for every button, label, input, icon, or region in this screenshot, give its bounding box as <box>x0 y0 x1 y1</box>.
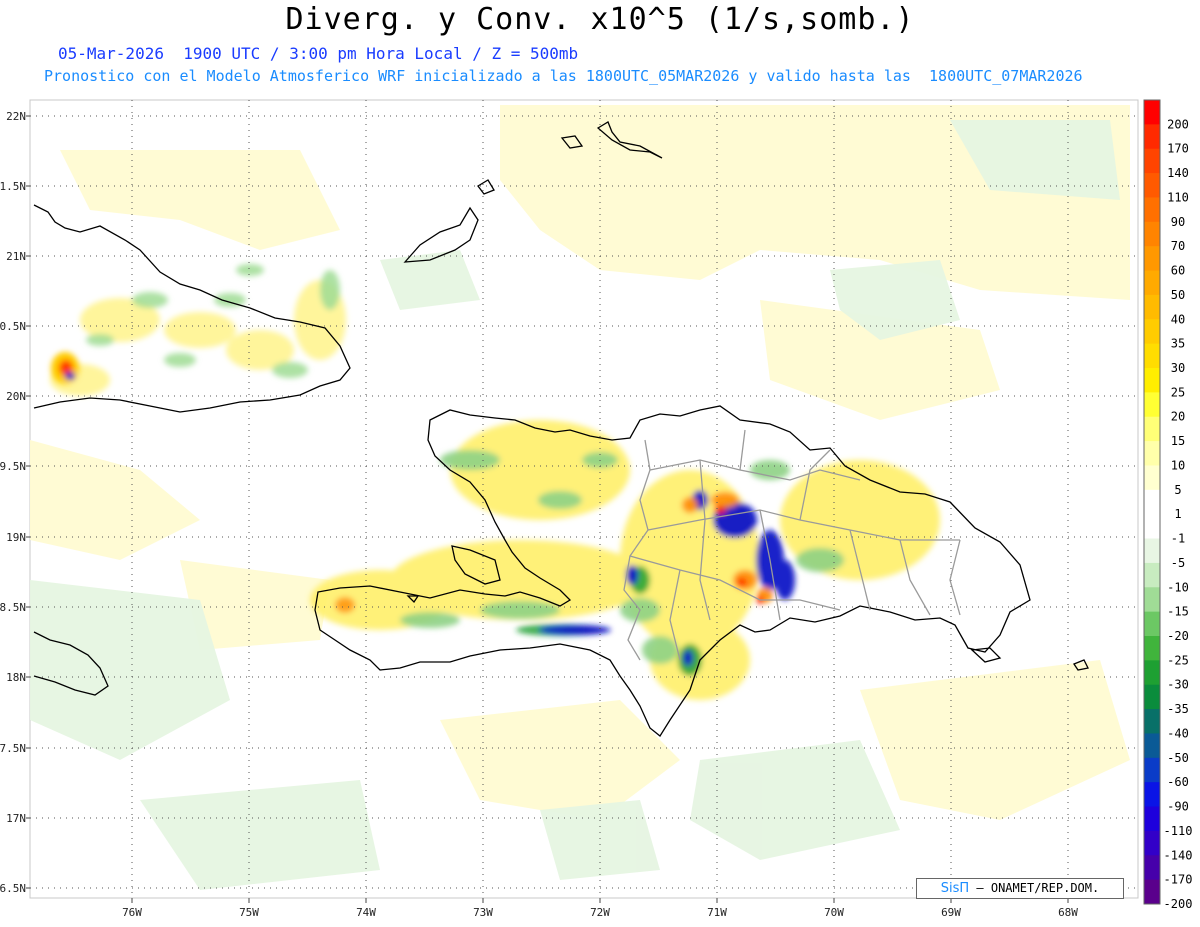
colorbar-label: -15 <box>1167 605 1189 619</box>
lon-label: 71W <box>707 906 727 919</box>
colorbar-label: -35 <box>1167 702 1189 716</box>
lat-label: 17N <box>6 812 26 825</box>
colorbar-label: -110 <box>1164 824 1193 838</box>
colorbar-label: 50 <box>1171 288 1185 302</box>
colorbar: 200 170 140 110 90 70 60 50 40 35 30 25 20 15 10 5 1 -1 -5… <box>1143 99 1193 911</box>
lat-label: 22N <box>6 110 26 123</box>
colorbar-swatch <box>1144 538 1160 564</box>
credit-text: – ONAMET/REP.DOM. <box>976 881 1100 895</box>
colorbar-swatch <box>1144 562 1160 588</box>
lat-label: 21N <box>6 250 26 263</box>
colorbar-label: -200 <box>1164 897 1193 911</box>
colorbar-label: 35 <box>1171 337 1185 351</box>
lat-label: 1.5N <box>0 180 26 193</box>
colorbar-swatch <box>1144 221 1160 247</box>
colorbar-swatch <box>1144 757 1160 783</box>
colorbar-label: -5 <box>1171 556 1185 570</box>
colorbar-swatch <box>1144 319 1160 345</box>
lon-label: 70W <box>824 906 844 919</box>
colorbar-label: 15 <box>1171 434 1185 448</box>
colorbar-swatch <box>1144 636 1160 661</box>
lon-label: 68W <box>1058 906 1078 919</box>
colorbar-swatch <box>1144 173 1160 198</box>
colorbar-swatch <box>1144 660 1160 686</box>
colorbar-swatch <box>1144 733 1160 759</box>
divergence-map: 22N 1.5N 21N 0.5N 20N 9.5N 19N 8.5N 18N … <box>0 99 1193 919</box>
colorbar-label: -140 <box>1164 848 1193 862</box>
lon-label: 75W <box>239 906 259 919</box>
colorbar-label: 10 <box>1171 458 1185 472</box>
sispi-logo: SisΠ <box>940 881 970 896</box>
colorbar-swatch <box>1144 709 1160 734</box>
colorbar-swatch <box>1144 148 1160 174</box>
longitude-labels: 76W 75W 74W 73W 72W 71W 70W 69W 68W <box>122 906 1078 919</box>
colorbar-label: 60 <box>1171 264 1185 278</box>
colorbar-label: 30 <box>1171 361 1185 375</box>
colorbar-swatch <box>1144 855 1160 881</box>
colorbar-label: 70 <box>1171 239 1185 253</box>
lon-label: 69W <box>941 906 961 919</box>
colorbar-label: -170 <box>1164 873 1193 887</box>
lon-label: 72W <box>590 906 610 919</box>
latitude-labels: 22N 1.5N 21N 0.5N 20N 9.5N 19N 8.5N 18N … <box>0 110 26 895</box>
colorbar-swatch <box>1144 879 1160 905</box>
colorbar-swatch <box>1144 489 1160 515</box>
lat-label: 0.5N <box>0 320 26 333</box>
colorbar-swatch <box>1144 782 1160 808</box>
colorbar-swatch <box>1144 465 1160 491</box>
colorbar-label: 1 <box>1174 507 1181 521</box>
colorbar-label: 170 <box>1167 142 1189 156</box>
colorbar-swatch <box>1144 343 1160 369</box>
colorbar-label: 20 <box>1171 410 1185 424</box>
colorbar-swatch <box>1144 587 1160 613</box>
colorbar-label: 5 <box>1174 483 1181 497</box>
colorbar-label: 25 <box>1171 385 1185 399</box>
colorbar-label: -40 <box>1167 726 1189 740</box>
colorbar-swatch <box>1144 197 1160 223</box>
colorbar-swatch <box>1144 392 1160 418</box>
colorbar-label: -30 <box>1167 678 1189 692</box>
colorbar-label: -90 <box>1167 800 1189 814</box>
colorbar-swatch <box>1144 124 1160 150</box>
colorbar-swatch <box>1144 611 1160 637</box>
colorbar-swatch <box>1144 100 1160 125</box>
lat-label: 18N <box>6 671 26 684</box>
credit-box: SisΠ – ONAMET/REP.DOM. <box>916 878 1124 899</box>
colorbar-label: -60 <box>1167 775 1189 789</box>
colorbar-swatch <box>1144 416 1160 442</box>
lat-label: 19N <box>6 531 26 544</box>
colorbar-swatch <box>1144 246 1160 272</box>
colorbar-swatch <box>1144 441 1160 466</box>
lon-label: 76W <box>122 906 142 919</box>
lat-label: 7.5N <box>0 742 26 755</box>
colorbar-swatch <box>1144 514 1160 540</box>
colorbar-swatch <box>1144 368 1160 393</box>
colorbar-label: 110 <box>1167 190 1189 204</box>
colorbar-label: -25 <box>1167 653 1189 667</box>
colorbar-label: 90 <box>1171 215 1185 229</box>
lon-label: 74W <box>356 906 376 919</box>
lat-label: 9.5N <box>0 460 26 473</box>
colorbar-label: 40 <box>1171 312 1185 326</box>
lat-label: 20N <box>6 390 26 403</box>
colorbar-label: -50 <box>1167 751 1189 765</box>
colorbar-label: -20 <box>1167 629 1189 643</box>
lon-label: 73W <box>473 906 493 919</box>
colorbar-label: 200 <box>1167 117 1189 131</box>
colorbar-label: -1 <box>1171 532 1185 546</box>
lat-label: 6.5N <box>0 882 26 895</box>
colorbar-swatch <box>1144 294 1160 320</box>
colorbar-label: 140 <box>1167 166 1189 180</box>
colorbar-swatch <box>1144 830 1160 856</box>
colorbar-swatch <box>1144 806 1160 832</box>
colorbar-swatch <box>1144 270 1160 296</box>
lat-label: 8.5N <box>0 601 26 614</box>
colorbar-label: -10 <box>1167 580 1189 594</box>
colorbar-swatch <box>1144 684 1160 710</box>
